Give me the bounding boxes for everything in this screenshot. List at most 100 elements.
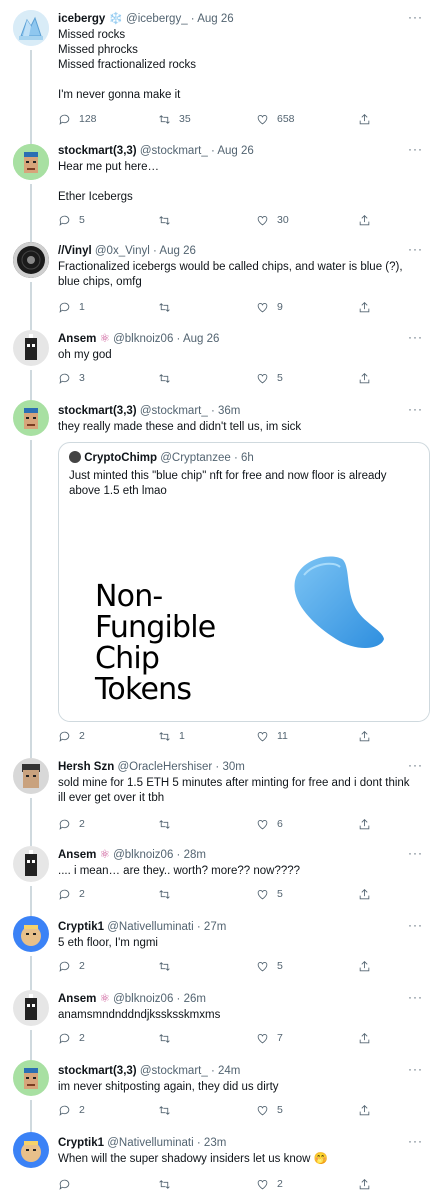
avatar[interactable]: [13, 10, 49, 46]
display-name[interactable]: icebergy: [58, 13, 105, 25]
timestamp[interactable]: 27m: [204, 921, 226, 933]
reply-button[interactable]: 2: [58, 1102, 85, 1118]
retweet-button[interactable]: [158, 1176, 179, 1192]
tweet[interactable]: stockmart(3,3) @stockmart_ · 24m ··· im …: [0, 1056, 435, 1128]
more-options-icon[interactable]: ···: [408, 758, 423, 772]
like-button[interactable]: 6: [256, 816, 283, 832]
more-options-icon[interactable]: ···: [408, 990, 423, 1004]
handle[interactable]: @blknoiz06: [113, 993, 173, 1005]
timestamp[interactable]: Aug 26: [159, 245, 195, 257]
share-button[interactable]: [358, 1102, 371, 1118]
quote-timestamp[interactable]: 6h: [241, 452, 254, 464]
handle[interactable]: @stockmart_: [140, 145, 208, 157]
like-button[interactable]: 9: [256, 299, 283, 315]
handle[interactable]: @Nativelluminati: [107, 921, 193, 933]
timestamp[interactable]: Aug 26: [197, 13, 233, 25]
like-button[interactable]: 5: [256, 370, 283, 386]
reply-button[interactable]: 128: [58, 111, 97, 127]
retweet-button[interactable]: [158, 816, 179, 832]
more-options-icon[interactable]: ···: [408, 846, 423, 860]
reply-button[interactable]: 2: [58, 958, 85, 974]
retweet-button[interactable]: [158, 1102, 179, 1118]
share-button[interactable]: [358, 728, 371, 744]
like-button[interactable]: 7: [256, 1030, 283, 1046]
tweet[interactable]: Ansem ⚛ @blknoiz06 · Aug 26 ··· oh my go…: [0, 324, 435, 396]
tweet[interactable]: Ansem ⚛ @blknoiz06 · 28m ··· .... i mean…: [0, 840, 435, 912]
share-button[interactable]: [358, 1176, 371, 1192]
handle[interactable]: @stockmart_: [140, 405, 208, 417]
tweet[interactable]: Hersh Szn @OracleHershiser · 30m ··· sol…: [0, 748, 435, 840]
display-name[interactable]: //Vinyl: [58, 245, 92, 257]
like-button[interactable]: 5: [256, 886, 283, 902]
tweet[interactable]: Ansem ⚛ @blknoiz06 · 26m ··· anamsmndndd…: [0, 984, 435, 1056]
avatar[interactable]: [13, 400, 49, 436]
quote-handle[interactable]: @Cryptanzee: [160, 452, 230, 464]
avatar[interactable]: [13, 330, 49, 366]
retweet-button[interactable]: 1: [158, 728, 185, 744]
display-name[interactable]: stockmart(3,3): [58, 405, 137, 417]
display-name[interactable]: Ansem: [58, 993, 96, 1005]
more-options-icon[interactable]: ···: [408, 242, 423, 256]
avatar[interactable]: [13, 758, 49, 794]
reply-button[interactable]: 2: [58, 886, 85, 902]
display-name[interactable]: stockmart(3,3): [58, 145, 137, 157]
handle[interactable]: @stockmart_: [140, 1065, 208, 1077]
avatar[interactable]: [13, 916, 49, 952]
more-options-icon[interactable]: ···: [408, 1134, 423, 1148]
avatar[interactable]: [13, 846, 49, 882]
retweet-button[interactable]: [158, 886, 179, 902]
tweet[interactable]: Cryptik1 @Nativelluminati · 27m ··· 5 et…: [0, 912, 435, 984]
timestamp[interactable]: Aug 26: [183, 333, 219, 345]
tweet[interactable]: stockmart(3,3) @stockmart_ · Aug 26 ··· …: [0, 136, 435, 232]
reply-button[interactable]: 2: [58, 728, 85, 744]
reply-button[interactable]: 2: [58, 816, 85, 832]
quote-display-name[interactable]: CryptoChimp: [84, 452, 157, 464]
display-name[interactable]: Ansem: [58, 849, 96, 861]
quote-image[interactable]: Non- Fungible Chip Tokens: [59, 503, 429, 721]
timestamp[interactable]: 30m: [222, 761, 244, 773]
avatar[interactable]: [13, 1132, 49, 1168]
timestamp[interactable]: 28m: [184, 849, 206, 861]
timestamp[interactable]: 24m: [218, 1065, 240, 1077]
quoted-tweet[interactable]: CryptoChimp @Cryptanzee · 6h Just minted…: [58, 442, 430, 722]
display-name[interactable]: Cryptik1: [58, 921, 104, 933]
retweet-button[interactable]: [158, 958, 179, 974]
handle[interactable]: @0x_Vinyl: [95, 245, 150, 257]
like-button[interactable]: 2: [256, 1176, 283, 1192]
more-options-icon[interactable]: ···: [408, 10, 423, 24]
retweet-button[interactable]: [158, 370, 179, 386]
more-options-icon[interactable]: ···: [408, 142, 423, 156]
reply-button[interactable]: 3: [58, 370, 85, 386]
reply-button[interactable]: 2: [58, 1030, 85, 1046]
more-options-icon[interactable]: ···: [408, 918, 423, 932]
like-button[interactable]: 5: [256, 1102, 283, 1118]
timestamp[interactable]: 23m: [204, 1137, 226, 1149]
reply-button[interactable]: [58, 1176, 79, 1192]
display-name[interactable]: Hersh Szn: [58, 761, 114, 773]
handle[interactable]: @blknoiz06: [113, 849, 173, 861]
handle[interactable]: @icebergy_: [126, 13, 188, 25]
share-button[interactable]: [358, 886, 371, 902]
like-button[interactable]: 30: [256, 212, 289, 228]
share-button[interactable]: [358, 958, 371, 974]
more-options-icon[interactable]: ···: [408, 402, 423, 416]
handle[interactable]: @OracleHershiser: [117, 761, 212, 773]
more-options-icon[interactable]: ···: [408, 1062, 423, 1076]
reply-button[interactable]: 1: [58, 299, 85, 315]
display-name[interactable]: Ansem: [58, 333, 96, 345]
share-button[interactable]: [358, 1030, 371, 1046]
share-button[interactable]: [358, 816, 371, 832]
tweet[interactable]: icebergy ❄️ @icebergy_ · Aug 26 ··· Miss…: [0, 0, 435, 136]
retweet-button[interactable]: [158, 1030, 179, 1046]
share-button[interactable]: [358, 111, 371, 127]
handle[interactable]: @blknoiz06: [113, 333, 173, 345]
retweet-button[interactable]: [158, 212, 179, 228]
handle[interactable]: @Nativelluminati: [107, 1137, 193, 1149]
like-button[interactable]: 658: [256, 111, 295, 127]
retweet-button[interactable]: 35: [158, 111, 191, 127]
share-button[interactable]: [358, 370, 371, 386]
display-name[interactable]: stockmart(3,3): [58, 1065, 137, 1077]
like-button[interactable]: 11: [256, 728, 288, 744]
timestamp[interactable]: Aug 26: [217, 145, 253, 157]
avatar[interactable]: [13, 1060, 49, 1096]
